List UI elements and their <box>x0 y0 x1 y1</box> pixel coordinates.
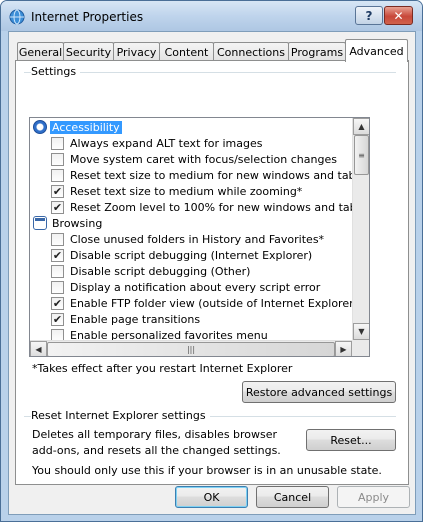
unchecked-checkbox[interactable] <box>51 168 64 182</box>
checked-checkbox[interactable]: ✔ <box>51 200 64 214</box>
checkmark-icon: ✔ <box>52 296 63 310</box>
browsing-icon <box>33 216 47 230</box>
tab-programs[interactable]: Programs <box>288 42 346 61</box>
settings-category[interactable]: Browsing <box>30 215 352 231</box>
title-bar[interactable]: Internet Properties ? ✕ <box>1 1 422 31</box>
cancel-button[interactable]: Cancel <box>256 486 329 508</box>
option-label: Enable FTP folder view (outside of Inter… <box>70 296 352 310</box>
option-label: Reset Zoom level to 100% for new windows… <box>70 200 352 214</box>
tab-strip: General Security Privacy Content Connect… <box>15 39 411 62</box>
vertical-scrollbar[interactable]: ▲ ≡ ▼ <box>352 118 369 340</box>
category-label: Accessibility <box>50 120 122 134</box>
help-button[interactable]: ? <box>355 6 383 25</box>
tab-general[interactable]: General <box>17 42 64 61</box>
option-label: Display a notification about every scrip… <box>70 280 321 294</box>
settings-option[interactable]: Close unused folders in History and Favo… <box>30 231 352 247</box>
tab-content[interactable]: Content <box>159 42 214 61</box>
reset-description-line1: Deletes all temporary files, disables br… <box>32 428 278 441</box>
unchecked-checkbox[interactable] <box>51 136 64 150</box>
internet-properties-dialog: Internet Properties ? ✕ General Security… <box>0 0 423 522</box>
tab-advanced[interactable]: Advanced <box>345 39 408 62</box>
advanced-tab-panel: Settings Accessibility Always expand ALT … <box>15 60 409 485</box>
restart-note: *Takes effect after you restart Internet… <box>32 362 293 375</box>
checked-checkbox[interactable]: ✔ <box>51 312 64 326</box>
reset-group-label: Reset Internet Explorer settings <box>31 409 210 422</box>
scroll-down-button[interactable]: ▼ <box>353 323 369 340</box>
unchecked-checkbox[interactable] <box>51 152 64 166</box>
reset-warning: You should only use this if your browser… <box>32 464 382 477</box>
option-label: Always expand ALT text for images <box>70 136 263 150</box>
option-label: Disable script debugging (Internet Explo… <box>70 248 313 262</box>
unchecked-checkbox[interactable] <box>51 280 64 294</box>
scroll-left-button[interactable]: ◀ <box>30 341 47 356</box>
tab-privacy[interactable]: Privacy <box>113 42 160 61</box>
option-label: Reset text size to medium while zooming* <box>70 184 303 198</box>
settings-option[interactable]: Reset text size to medium for new window… <box>30 167 352 183</box>
settings-option[interactable]: ✔ Disable script debugging (Internet Expl… <box>30 247 352 263</box>
tab-security[interactable]: Security <box>63 42 114 61</box>
unchecked-checkbox[interactable] <box>51 232 64 246</box>
option-label: Move system caret with focus/selection c… <box>70 152 337 166</box>
option-label: Reset text size to medium for new window… <box>70 168 352 182</box>
checkmark-icon: ✔ <box>52 200 63 214</box>
settings-category[interactable]: Accessibility <box>30 119 352 135</box>
vertical-scroll-thumb[interactable]: ≡ <box>354 135 369 175</box>
option-label: Enable personalized favorites menu <box>70 328 268 341</box>
dialog-client-area: General Security Privacy Content Connect… <box>8 31 416 515</box>
settings-rows: Accessibility Always expand ALT text for … <box>30 118 352 340</box>
accessibility-icon <box>33 120 47 134</box>
internet-explorer-icon <box>9 9 25 25</box>
ok-button[interactable]: OK <box>175 486 248 508</box>
settings-option[interactable]: Move system caret with focus/selection c… <box>30 151 352 167</box>
checkmark-icon: ✔ <box>52 248 63 262</box>
checked-checkbox[interactable]: ✔ <box>51 248 64 262</box>
tab-connections[interactable]: Connections <box>213 42 289 61</box>
settings-option[interactable]: Enable personalized favorites menu <box>30 327 352 340</box>
category-label: Browsing <box>52 216 103 230</box>
scroll-right-button[interactable]: ▶ <box>335 341 352 356</box>
settings-group-label: Settings <box>31 65 81 78</box>
checkmark-icon: ✔ <box>52 312 63 326</box>
advanced-settings-list[interactable]: Accessibility Always expand ALT text for … <box>29 117 370 357</box>
horizontal-scrollbar[interactable]: ◀ ||| ▶ <box>30 340 352 356</box>
close-button[interactable]: ✕ <box>384 6 413 25</box>
option-label: Close unused folders in History and Favo… <box>70 232 325 246</box>
close-icon: ✕ <box>393 8 404 23</box>
settings-option[interactable]: Display a notification about every scrip… <box>30 279 352 295</box>
scroll-up-button[interactable]: ▲ <box>353 118 369 135</box>
settings-option[interactable]: ✔ Reset text size to medium while zooming… <box>30 183 352 199</box>
horizontal-scroll-thumb[interactable]: ||| <box>47 342 335 356</box>
unchecked-checkbox[interactable] <box>51 328 64 340</box>
option-label: Disable script debugging (Other) <box>70 264 251 278</box>
settings-option[interactable]: ✔ Reset Zoom level to 100% for new window… <box>30 199 352 215</box>
window-title: Internet Properties <box>31 10 144 24</box>
option-label: Enable page transitions <box>70 312 201 326</box>
unchecked-checkbox[interactable] <box>51 264 64 278</box>
reset-button[interactable]: Reset... <box>306 429 396 451</box>
settings-option[interactable]: Disable script debugging (Other) <box>30 263 352 279</box>
apply-button[interactable]: Apply <box>337 486 410 508</box>
settings-option[interactable]: Always expand ALT text for images <box>30 135 352 151</box>
settings-option[interactable]: ✔ Enable FTP folder view (outside of Inte… <box>30 295 352 311</box>
checkmark-icon: ✔ <box>52 184 63 198</box>
restore-advanced-settings-button[interactable]: Restore advanced settings <box>242 381 396 403</box>
scrollbar-corner <box>352 340 369 356</box>
checked-checkbox[interactable]: ✔ <box>51 184 64 198</box>
settings-option[interactable]: ✔ Enable page transitions <box>30 311 352 327</box>
reset-description-line2: add-ons, and resets all the changed sett… <box>32 444 281 457</box>
checked-checkbox[interactable]: ✔ <box>51 296 64 310</box>
